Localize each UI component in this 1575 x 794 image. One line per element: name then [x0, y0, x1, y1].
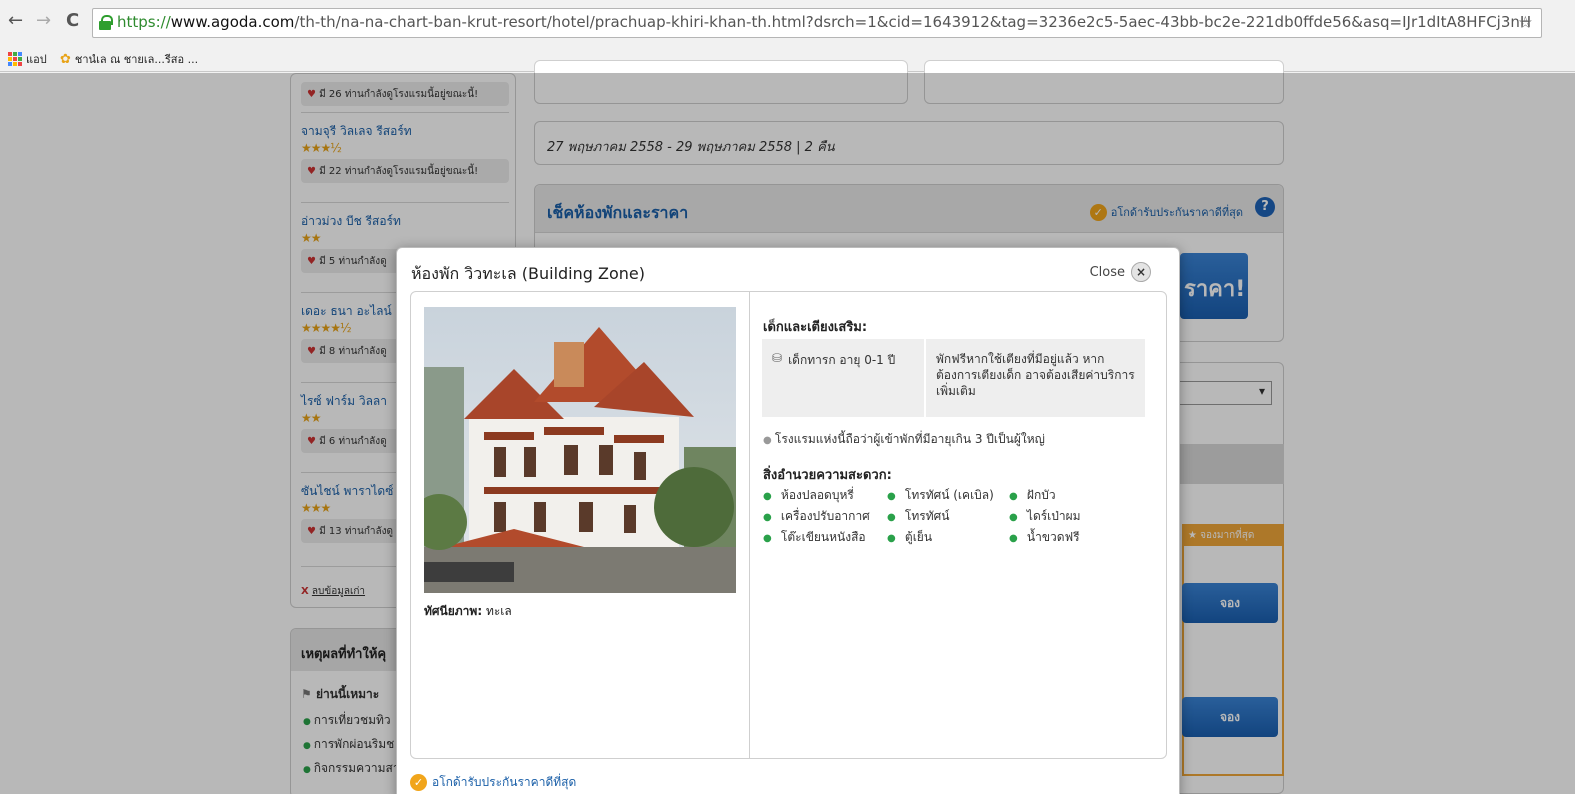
- modal-title: ห้องพัก วิวทะเล (Building Zone): [411, 264, 645, 283]
- amenity-item: โทรทัศน์: [887, 507, 950, 526]
- apps-grid-icon: [8, 52, 22, 66]
- divider: [924, 339, 926, 417]
- reload-icon[interactable]: C: [66, 10, 79, 31]
- amenity-item: ห้องปลอดบุหรี่: [763, 486, 854, 505]
- amenity-item: โทรทัศน์ (เคเบิล): [887, 486, 994, 505]
- amenities-heading: สิ่งอำนวยความสะดวก:: [763, 468, 892, 483]
- bookmark-label: แอป: [26, 53, 47, 66]
- adult-age-note: โรงแรมแห่งนี้ถือว่าผู้เข้าพักที่มีอายุเก…: [763, 430, 1045, 449]
- building-photo-image: [424, 307, 736, 593]
- check-badge-icon: ✓: [410, 774, 427, 791]
- amenity-item: ฝักบัว: [1009, 486, 1056, 505]
- kids-heading: เด็กและเตียงเสริม:: [763, 320, 868, 335]
- kids-policy-text: พักฟรีหากใช้เตียงที่มีอยู่แล้ว หากต้องกา…: [936, 352, 1135, 398]
- back-arrow-icon[interactable]: ←: [8, 10, 23, 31]
- bookmark-resort[interactable]: ✿ ชานํเล ณ ชายเล...รีสอ ...: [60, 50, 198, 68]
- amenity-item: เครื่องปรับอากาศ: [763, 507, 870, 526]
- bookmark-label: ชานํเล ณ ชายเล...รีสอ ...: [74, 53, 199, 66]
- modal-content: ทัศนียภาพ: ทะเล เด็กและเตียงเสริม: ⛁ เด็ก…: [410, 291, 1167, 759]
- room-details-modal: ห้องพัก วิวทะเล (Building Zone) Close×: [396, 247, 1180, 794]
- room-photo[interactable]: [424, 307, 736, 593]
- address-bar[interactable]: https://www.agoda.com/th-th/na-na-chart-…: [92, 8, 1542, 38]
- close-icon: ×: [1131, 262, 1151, 282]
- lock-icon: [99, 15, 113, 30]
- amenity-item: โต๊ะเขียนหนังสือ: [763, 528, 866, 547]
- kids-policy-table: ⛁ เด็กทารก อายุ 0-1 ปี พักฟรีหากใช้เตียงท…: [762, 339, 1145, 417]
- view-info: ทัศนียภาพ: ทะเล: [424, 604, 512, 618]
- amenity-item: ไดร์เป่าผม: [1009, 507, 1081, 526]
- divider: [749, 292, 750, 758]
- bookmark-star-icon[interactable]: ☆: [1518, 13, 1533, 33]
- close-button[interactable]: Close ×: [1090, 262, 1151, 282]
- baby-stroller-icon: ⛁: [772, 351, 783, 365]
- bookmark-favicon-icon: ✿: [60, 51, 71, 67]
- amenity-item: ตู้เย็น: [887, 528, 932, 547]
- forward-arrow-icon[interactable]: →: [36, 10, 51, 31]
- modal-price-guarantee[interactable]: ✓ อโกด้ารับประกันราคาดีที่สุด: [410, 773, 576, 792]
- amenity-item: น้ำขวดฟรี: [1009, 528, 1080, 547]
- kids-age: ⛁ เด็กทารก อายุ 0-1 ปี: [772, 351, 895, 370]
- bookmark-apps[interactable]: แอป: [8, 50, 47, 68]
- url-text[interactable]: https://www.agoda.com/th-th/na-na-chart-…: [117, 13, 1532, 31]
